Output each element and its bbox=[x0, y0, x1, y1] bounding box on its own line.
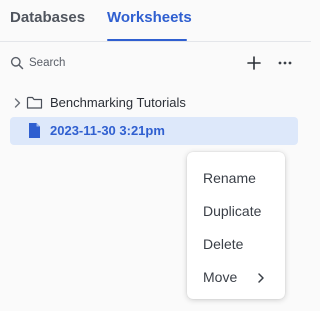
folder-icon bbox=[26, 96, 43, 109]
tree-item-label: Benchmarking Tutorials bbox=[50, 95, 186, 110]
context-menu: Rename Duplicate Delete Move bbox=[187, 152, 285, 299]
menu-item-move[interactable]: Move bbox=[187, 263, 285, 291]
tree-item-worksheet[interactable]: 2023-11-30 3:21pm bbox=[10, 117, 298, 145]
chevron-right-icon bbox=[258, 273, 264, 283]
menu-item-delete[interactable]: Delete bbox=[187, 230, 285, 258]
menu-item-label: Rename bbox=[203, 170, 256, 186]
tree-item-label: 2023-11-30 3:21pm bbox=[50, 123, 165, 138]
plus-icon[interactable] bbox=[246, 55, 262, 71]
menu-item-label: Duplicate bbox=[203, 203, 262, 219]
tab-divider bbox=[0, 41, 311, 42]
chevron-right-icon[interactable] bbox=[13, 97, 22, 109]
tab-databases[interactable]: Databases bbox=[10, 9, 85, 26]
tree-item-folder[interactable]: Benchmarking Tutorials bbox=[10, 89, 298, 117]
menu-item-label: Delete bbox=[203, 236, 244, 252]
search-icon bbox=[10, 56, 24, 70]
file-icon bbox=[29, 123, 40, 138]
menu-item-rename[interactable]: Rename bbox=[187, 164, 285, 192]
menu-item-label: Move bbox=[203, 269, 238, 285]
tab-worksheets[interactable]: Worksheets bbox=[107, 9, 192, 26]
ellipsis-icon[interactable] bbox=[276, 55, 294, 71]
search-row bbox=[0, 52, 311, 76]
search-input[interactable] bbox=[29, 54, 229, 72]
tab-bar: Databases Worksheets bbox=[0, 0, 311, 42]
menu-item-duplicate[interactable]: Duplicate bbox=[187, 197, 285, 225]
